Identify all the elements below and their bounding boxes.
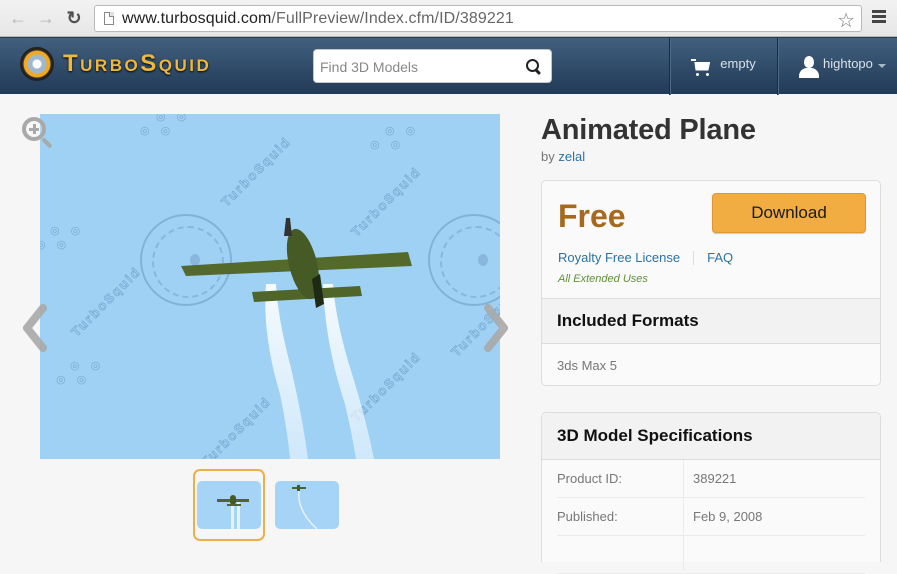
brand-name: TurboSquid — [63, 50, 212, 77]
thumbnail-image — [197, 481, 261, 529]
royalty-free-license-link[interactable]: Royalty Free License — [558, 250, 680, 265]
zoom-in-icon[interactable] — [22, 117, 56, 151]
smoke-trail — [265, 284, 308, 459]
by-prefix: by — [541, 149, 555, 164]
arrow-right-icon: → — [37, 7, 55, 28]
specifications-heading: 3D Model Specifications — [542, 413, 880, 460]
faq-link[interactable]: FAQ — [707, 250, 733, 265]
thumbnail[interactable] — [271, 469, 343, 541]
thumbnail[interactable] — [193, 469, 265, 541]
table-row — [557, 536, 865, 574]
smoke-trail — [323, 284, 374, 459]
spec-key: Product ID: — [557, 471, 623, 486]
product-title: Animated Plane — [541, 114, 756, 146]
spec-value: 389221 — [693, 471, 737, 486]
format-item: 3ds Max 5 — [557, 358, 617, 373]
user-menu[interactable]: hightopo — [778, 38, 897, 95]
table-row: Published: Feb 9, 2008 — [557, 498, 865, 536]
author-byline: by zelal — [541, 149, 585, 164]
specs-table: Product ID: 389221 Published: Feb 9, 200… — [542, 460, 880, 574]
thumbnail-image — [275, 481, 339, 529]
turbosquid-logo[interactable]: TurboSquid — [20, 47, 211, 81]
specifications-card: 3D Model Specifications Product ID: 3892… — [541, 412, 881, 574]
browser-toolbar: ← → ↻ www.turbosquid.com/FullPreview/Ind… — [0, 0, 897, 37]
user-icon — [799, 55, 819, 78]
url-text[interactable]: www.turbosquid.com/FullPreview/Index.cfm… — [122, 10, 514, 28]
chevron-right-icon — [484, 304, 508, 352]
url-path: /FullPreview/Index.cfm/ID/389221 — [271, 9, 514, 27]
plane-propeller — [284, 218, 292, 236]
star-icon[interactable]: ☆ — [837, 8, 855, 33]
download-button[interactable]: Download — [712, 193, 866, 233]
cart-label: empty — [720, 56, 756, 71]
price: Free — [558, 198, 626, 234]
link-divider — [693, 250, 695, 265]
cart-button[interactable]: empty — [670, 38, 777, 95]
site-header: TurboSquid empty hightopo — [0, 37, 897, 95]
arrow-left-icon: ← — [9, 7, 27, 28]
forward-button[interactable]: → — [36, 8, 56, 28]
url-host: www.turbosquid.com — [122, 9, 272, 27]
previous-image-button[interactable] — [22, 304, 48, 352]
spec-key: Published: — [557, 509, 618, 524]
chevron-left-icon — [23, 304, 47, 352]
plane-rudder — [312, 274, 324, 308]
address-bar[interactable]: www.turbosquid.com/FullPreview/Index.cfm… — [94, 5, 862, 32]
username: hightopo — [823, 56, 873, 71]
extended-uses-note: All Extended Uses — [558, 273, 648, 285]
next-image-button[interactable] — [483, 304, 509, 352]
search-box — [313, 49, 552, 83]
preview-image[interactable]: TurboSquid TurboSquid TurboSquid TurboSq… — [40, 114, 500, 459]
thumbnail-strip — [193, 469, 343, 541]
page-icon — [104, 12, 114, 25]
hamburger-menu-icon[interactable] — [872, 10, 886, 25]
spec-value: Feb 9, 2008 — [693, 509, 763, 524]
search-input[interactable] — [320, 56, 510, 78]
reload-icon: ↻ — [66, 7, 82, 28]
cart-icon — [691, 58, 711, 76]
table-row: Product ID: 389221 — [557, 460, 865, 498]
search-icon[interactable] — [525, 58, 541, 74]
purchase-card: Free Download Royalty Free License FAQ A… — [541, 180, 881, 386]
license-links: Royalty Free License FAQ — [558, 250, 733, 265]
chevron-down-icon — [877, 63, 886, 68]
squid-logo-icon — [20, 47, 54, 81]
plane-render — [181, 218, 412, 459]
author-link[interactable]: zelal — [558, 149, 585, 164]
included-formats-heading: Included Formats — [542, 298, 880, 344]
back-button[interactable]: ← — [8, 8, 28, 28]
reload-button[interactable]: ↻ — [64, 8, 84, 28]
